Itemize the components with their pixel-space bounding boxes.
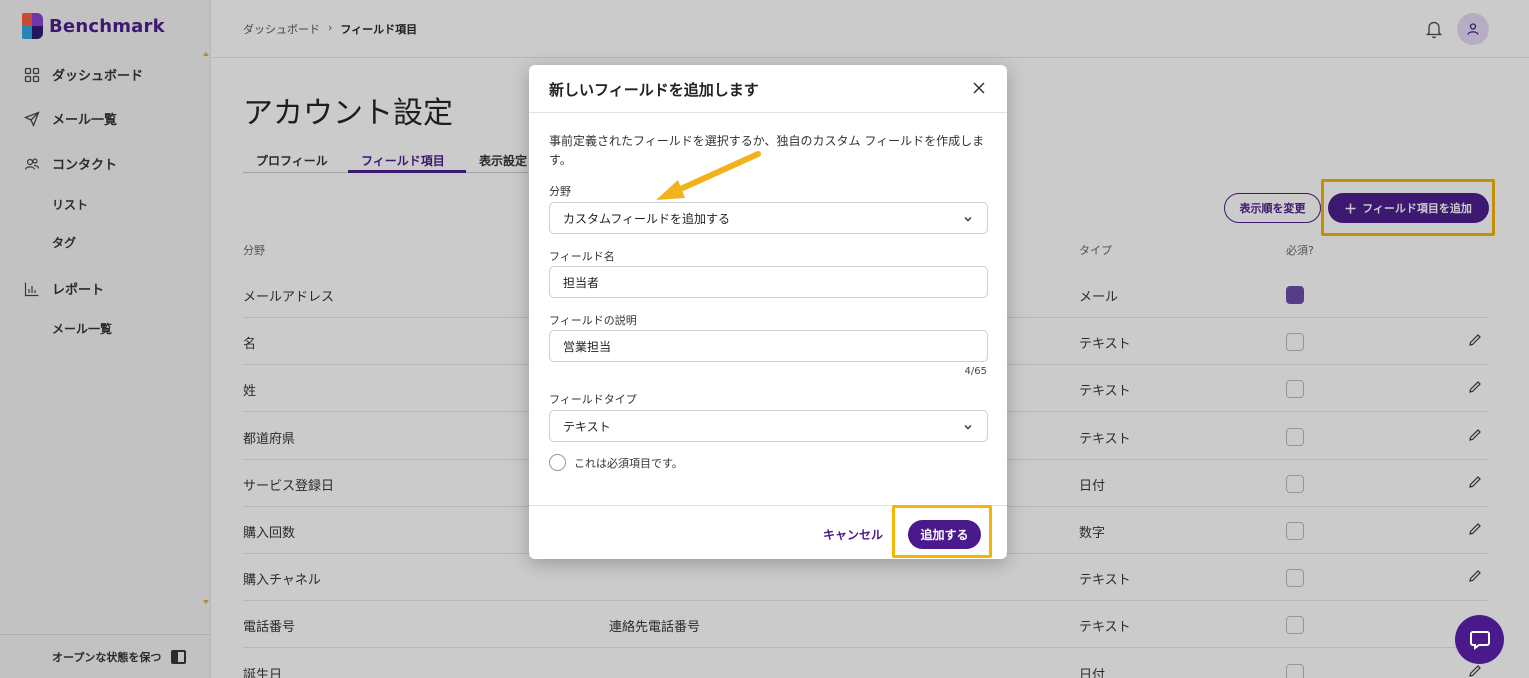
help-chat-button[interactable] (1455, 615, 1504, 664)
chat-icon (1469, 630, 1490, 650)
annotation-arrow (656, 151, 761, 200)
